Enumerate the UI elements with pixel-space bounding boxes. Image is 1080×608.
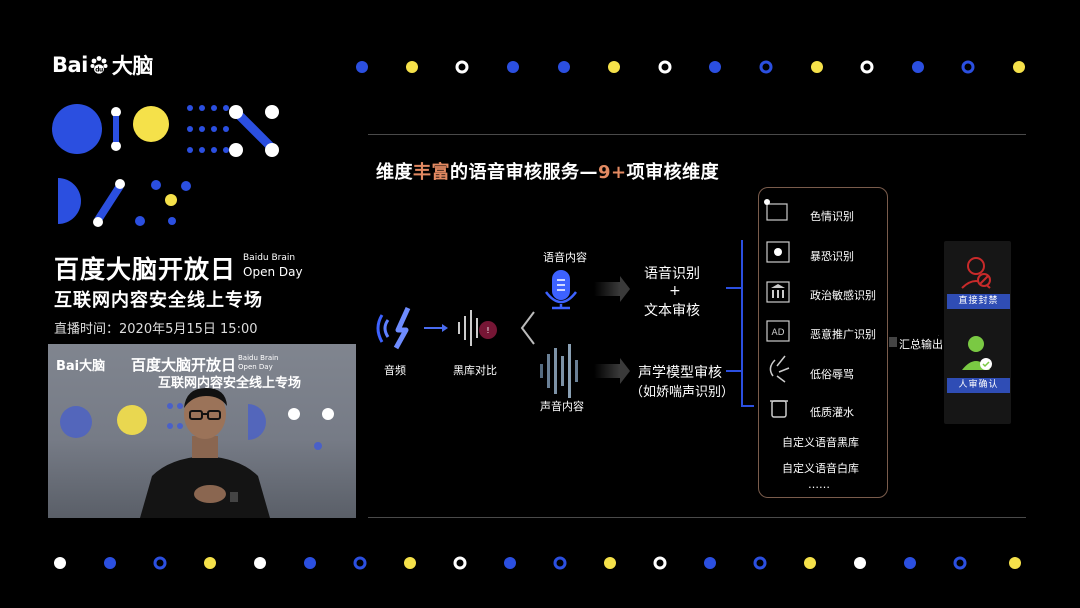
presenter-video[interactable]: Bai大脑 百度大脑开放日 Baidu Brain Open Day 互联网内容安… (48, 344, 356, 518)
presenter-figure (140, 388, 270, 518)
baidu-logo: Bai du 大脑 (52, 53, 153, 78)
blacklist-compare-label: 黑库对比 (453, 364, 497, 377)
politics-icon (766, 281, 790, 303)
abuse-icon (769, 355, 790, 383)
video-logo: Bai大脑 (56, 359, 106, 374)
svg-text:!: ! (486, 326, 489, 335)
event-title: 百度大脑开放日 (54, 255, 237, 284)
result-icons (961, 257, 992, 370)
svg-text:AD: AD (771, 328, 784, 338)
open-day-graphic (52, 104, 279, 227)
waveform-compare-icon: ! (458, 310, 497, 346)
review-user-icon (962, 336, 992, 370)
custom-whitelist: 自定义语音白库 (782, 462, 859, 475)
event-subtitle: 互联网内容安全线上专场 (54, 290, 263, 311)
ellipsis: …… (808, 478, 830, 491)
top-dot-row (356, 60, 1025, 74)
acoustic-example-label: （如娇喘声识别） (630, 385, 735, 400)
human-review-tag: 人审确认 (947, 378, 1010, 393)
category-politics: 政治敏感识别 (810, 289, 876, 302)
category-terror: 暴恐识别 (810, 250, 854, 263)
category-porn: 色情识别 (810, 210, 854, 223)
text-review-label: 文本审核 (644, 303, 700, 319)
svg-text:du: du (95, 67, 103, 74)
slide-title: 维度丰富的语音审核服务—9+项审核维度 (376, 162, 720, 183)
audio-icon (376, 306, 411, 350)
category-abuse: 低俗辱骂 (810, 368, 854, 381)
event-time: 直播时间：2020年5月15日 15:00 (54, 322, 258, 337)
paw-icon: du (90, 56, 108, 74)
microphone-icon (545, 270, 577, 310)
spam-icon (770, 400, 788, 418)
slide-top-divider (368, 134, 1026, 135)
category-ad: 恶意推广识别 (810, 328, 876, 341)
terror-icon (766, 241, 790, 263)
slide-bottom-divider (368, 517, 1026, 518)
audio-label: 音频 (384, 364, 406, 377)
voice-content-label: 语音内容 (543, 251, 587, 264)
video-title-en: Baidu Brain Open Day (238, 354, 279, 371)
sound-wave-icon (540, 344, 578, 398)
bottom-dot-row (54, 556, 1021, 570)
sound-content-label: 声音内容 (540, 400, 584, 413)
acoustic-model-label: 声学模型审核 (638, 365, 722, 381)
category-icons: AD (764, 199, 790, 418)
porn-icon (764, 199, 788, 221)
category-spam: 低质灌水 (810, 406, 854, 419)
event-title-en-1: Baidu Brain (243, 253, 296, 263)
block-tag: 直接封禁 (947, 294, 1010, 309)
block-user-icon (961, 257, 991, 289)
custom-blacklist: 自定义语音黑库 (782, 436, 859, 449)
asr-label: 语音识别 (644, 266, 700, 282)
asr-plus: + (669, 283, 681, 299)
summary-output-label: 汇总输出 (897, 336, 945, 352)
ad-icon: AD (766, 320, 790, 342)
event-title-en-2: Open Day (243, 265, 303, 279)
